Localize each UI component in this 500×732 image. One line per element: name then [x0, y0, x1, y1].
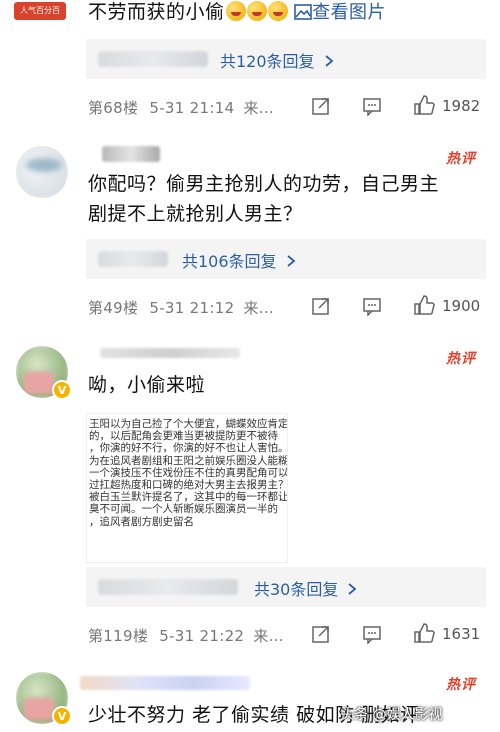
- like-icon[interactable]: [413, 622, 435, 644]
- comment-meta: 第49楼 5-31 21:12 来...: [88, 297, 274, 318]
- comment-content: 不劳而获的小偷: [88, 1, 225, 23]
- image-text-line: 一个演技压不住戏份压不住的真男配角可以: [89, 466, 288, 479]
- emoji-icon: [267, 1, 288, 21]
- comment-source: 来...: [243, 299, 275, 317]
- reply-preview[interactable]: 共30条回复: [86, 567, 486, 607]
- view-image-label: 查看图片: [312, 2, 387, 23]
- floor-number: 第68楼: [88, 99, 139, 117]
- reply-count-label: 共106条回复: [182, 252, 277, 271]
- image-text-line: 的，以后配角会更难当更被提防更不被待: [89, 430, 278, 443]
- like-icon[interactable]: [413, 294, 435, 316]
- reply-count-label: 共120条回复: [220, 52, 315, 71]
- username-blurred[interactable]: [102, 146, 160, 162]
- avatar[interactable]: [16, 146, 68, 198]
- comment-icon[interactable]: [362, 624, 382, 644]
- comment-text: 呦，小偷来啦: [88, 374, 206, 396]
- hot-comment-badge: 热评: [446, 151, 476, 167]
- comment-text: 你配吗？偷男主抢别人的功劳，自己男主 剧提不上就抢别人男主？: [88, 169, 439, 229]
- like-icon[interactable]: [413, 94, 435, 116]
- like-count: 1900: [442, 297, 481, 315]
- comment-time: 5-31 21:14: [149, 99, 235, 117]
- image-icon: [294, 4, 312, 20]
- comment-time: 5-31 21:12: [149, 299, 235, 317]
- image-text-line: ，追风者剧方剧史留名: [89, 515, 194, 528]
- comment-meta: 第119楼 5-31 21:22 来...: [88, 625, 284, 646]
- reply-count-link[interactable]: 共120条回复: [220, 48, 334, 72]
- reply-count-label: 共30条回复: [254, 580, 339, 599]
- comment-time: 5-31 21:22: [159, 627, 245, 645]
- comment-source: 来...: [253, 627, 284, 645]
- comment-line: 剧提不上就抢别人男主？: [88, 203, 303, 225]
- reply-preview-blurred: [98, 579, 238, 595]
- chevron-right-icon: [287, 255, 296, 267]
- emoji-icon: [246, 1, 267, 21]
- comment-icon[interactable]: [362, 96, 382, 116]
- reply-count-link[interactable]: 共30条回复: [254, 576, 357, 600]
- verified-badge-icon: V: [52, 706, 72, 726]
- reply-preview-blurred: [98, 51, 208, 67]
- hot-comment-badge: 热评: [446, 351, 476, 367]
- image-text-line: 过扛超热度和口碑的绝对大男主去报男主？: [89, 479, 288, 492]
- comment-text: 不劳而获的小偷 查看图片: [88, 0, 386, 28]
- chevron-right-icon: [325, 55, 334, 67]
- image-text-line: 臭不可闻。一个人斩断娱乐圈演员一半的: [89, 503, 278, 516]
- floor-number: 第49楼: [88, 299, 139, 317]
- comment-meta: 第68楼 5-31 21:14 来...: [88, 97, 274, 118]
- image-text-line: ，你演的好不行，你演的好不也让人害怕。: [89, 442, 288, 455]
- image-text-line: 王阳以为自己捡了个大便宜，蝴蝶效应肯定会: [89, 418, 288, 430]
- user-badge-label: 人气百分百: [20, 6, 60, 15]
- reply-preview-blurred: [98, 251, 168, 267]
- watermark: 头条 @娱人影视: [340, 707, 443, 723]
- share-icon[interactable]: [311, 296, 331, 316]
- reply-preview[interactable]: 共120条回复: [86, 39, 486, 79]
- user-badge: 人气百分百: [14, 2, 66, 20]
- reply-count-link[interactable]: 共106条回复: [182, 248, 296, 272]
- hot-comment-badge: 热评: [446, 677, 476, 693]
- comment-line: 你配吗？偷男主抢别人的功劳，自己男主: [88, 173, 440, 195]
- share-icon[interactable]: [311, 96, 331, 116]
- username-blurred[interactable]: [80, 676, 250, 690]
- image-text-line: 为在追风者剧组和王阳之前娱乐圈没人能糊: [89, 454, 288, 467]
- image-text-line: 被白玉兰默许提名了，这其中的每一环都让: [89, 491, 288, 504]
- comment-source: 来...: [243, 99, 275, 117]
- reply-preview[interactable]: 共106条回复: [86, 239, 486, 279]
- share-icon[interactable]: [311, 624, 331, 644]
- comment-icon[interactable]: [362, 296, 382, 316]
- username-blurred[interactable]: [100, 348, 240, 358]
- comment-image[interactable]: 王阳以为自己捡了个大便宜，蝴蝶效应肯定会 的，以后配角会更难当更被提防更不被待 …: [86, 413, 288, 563]
- floor-number: 第119楼: [88, 627, 149, 645]
- view-image-link[interactable]: 查看图片: [294, 2, 386, 23]
- verified-badge-icon: V: [52, 380, 72, 400]
- like-count: 1631: [442, 625, 481, 643]
- chevron-right-icon: [348, 583, 357, 595]
- like-count: 1982: [442, 97, 481, 115]
- emoji-icon: [225, 1, 246, 21]
